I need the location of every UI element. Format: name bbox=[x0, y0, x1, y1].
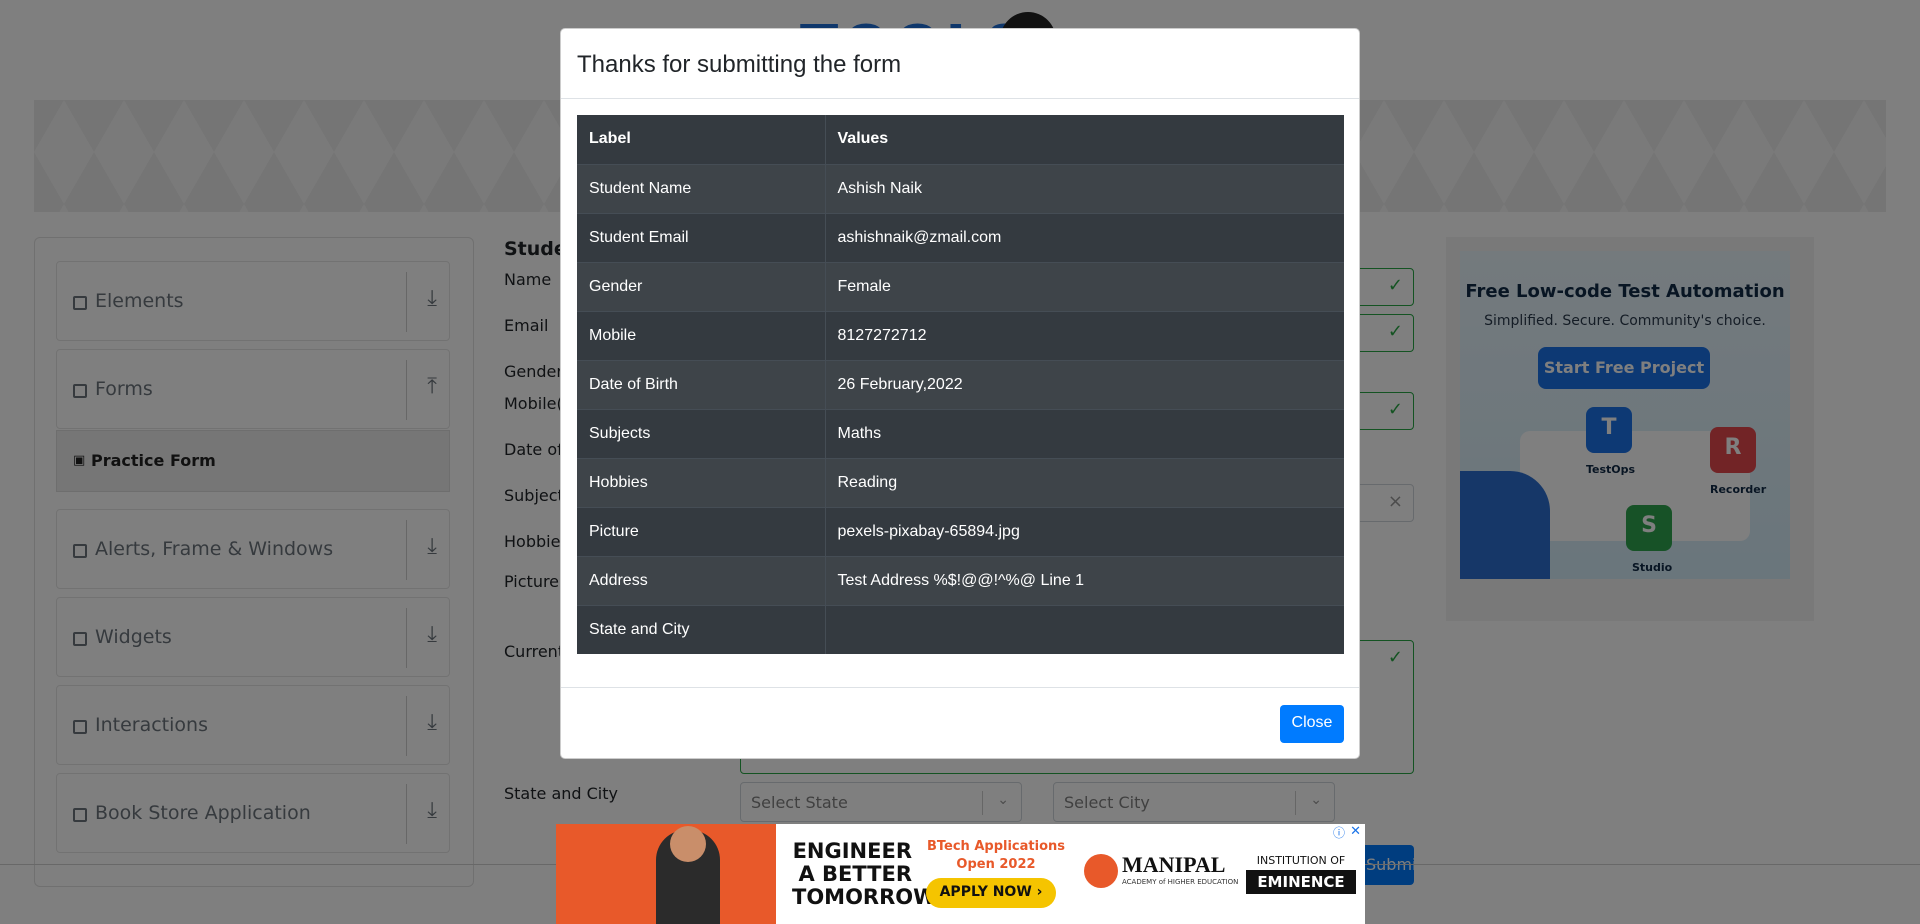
ad-btech-text: BTech Applications Open 2022 bbox=[926, 838, 1066, 874]
table-row: Picture pexels-pixabay-65894.jpg bbox=[577, 506, 1344, 556]
row-value: Test Address %$!@@!^%@ Line 1 bbox=[825, 555, 1344, 605]
apply-now-button[interactable]: APPLY NOW › bbox=[926, 878, 1056, 908]
modal-footer: Close bbox=[561, 687, 1359, 759]
row-label: Picture bbox=[577, 506, 826, 556]
ad-headline-line: ENGINEER bbox=[792, 839, 912, 863]
column-header-values: Values bbox=[837, 130, 889, 148]
row-label: Date of Birth bbox=[577, 359, 826, 409]
table-row: State and City bbox=[577, 604, 1344, 654]
row-value: Maths bbox=[825, 408, 1344, 458]
modal-title: Thanks for submitting the form bbox=[577, 51, 902, 78]
row-label: Address bbox=[577, 555, 826, 605]
manipal-seal-icon bbox=[1084, 854, 1118, 888]
column-header-label: Label bbox=[577, 115, 826, 164]
row-label: Hobbies bbox=[577, 457, 826, 507]
ad-headline-line: A BETTER bbox=[798, 862, 912, 886]
submission-table: Label Values Student Name Ashish Naik Stu… bbox=[577, 115, 1344, 654]
row-label: State and City bbox=[577, 604, 826, 654]
row-value: Reading bbox=[825, 457, 1344, 507]
row-value: 26 February,2022 bbox=[825, 359, 1344, 409]
row-value: pexels-pixabay-65894.jpg bbox=[825, 506, 1344, 556]
table-row: Date of Birth 26 February,2022 bbox=[577, 359, 1344, 409]
row-value: 8127272712 bbox=[825, 310, 1344, 360]
row-value: ashishnaik@zmail.com bbox=[825, 212, 1344, 262]
table-row: Hobbies Reading bbox=[577, 457, 1344, 507]
manipal-logo-text: MANIPAL bbox=[1122, 852, 1226, 877]
ad-headline: ENGINEER A BETTER TOMORROW bbox=[792, 839, 937, 909]
ad-info-icon[interactable]: ⓘ bbox=[1333, 824, 1345, 841]
ad-btech-line: Open 2022 bbox=[956, 857, 1036, 872]
table-row: Student Email ashishnaik@zmail.com bbox=[577, 212, 1344, 262]
ad-close-icon[interactable]: ✕ bbox=[1350, 824, 1361, 839]
row-label: Mobile bbox=[577, 310, 826, 360]
row-value bbox=[825, 604, 1344, 654]
ad-headline-line: TOMORROW bbox=[792, 885, 937, 909]
row-label: Student Email bbox=[577, 212, 826, 262]
modal-header: Thanks for submitting the form bbox=[561, 29, 1359, 99]
table-row: Subjects Maths bbox=[577, 408, 1344, 458]
row-value: Female bbox=[825, 261, 1344, 311]
table-row: Mobile 8127272712 bbox=[577, 310, 1344, 360]
table-header-row: Label Values bbox=[577, 115, 1344, 164]
ad-btech-line: BTech Applications bbox=[926, 839, 1065, 854]
institution-text: INSTITUTION OF bbox=[1256, 854, 1346, 867]
eminence-badge: EMINENCE bbox=[1246, 870, 1356, 894]
close-button[interactable]: Close bbox=[1280, 705, 1344, 743]
row-label: Gender bbox=[577, 261, 826, 311]
bottom-advertisement[interactable]: ENGINEER A BETTER TOMORROW BTech Applica… bbox=[556, 824, 1365, 924]
table-row: Gender Female bbox=[577, 261, 1344, 311]
table-row: Address Test Address %$!@@!^%@ Line 1 bbox=[577, 555, 1344, 605]
ad-person-head bbox=[670, 826, 706, 862]
manipal-subtitle: ACADEMY of HIGHER EDUCATION bbox=[1122, 878, 1239, 886]
table-row: Student Name Ashish Naik bbox=[577, 163, 1344, 213]
row-label: Subjects bbox=[577, 408, 826, 458]
row-label: Student Name bbox=[577, 163, 826, 213]
row-value: Ashish Naik bbox=[825, 163, 1344, 213]
submission-modal: Thanks for submitting the form Label Val… bbox=[560, 28, 1360, 759]
